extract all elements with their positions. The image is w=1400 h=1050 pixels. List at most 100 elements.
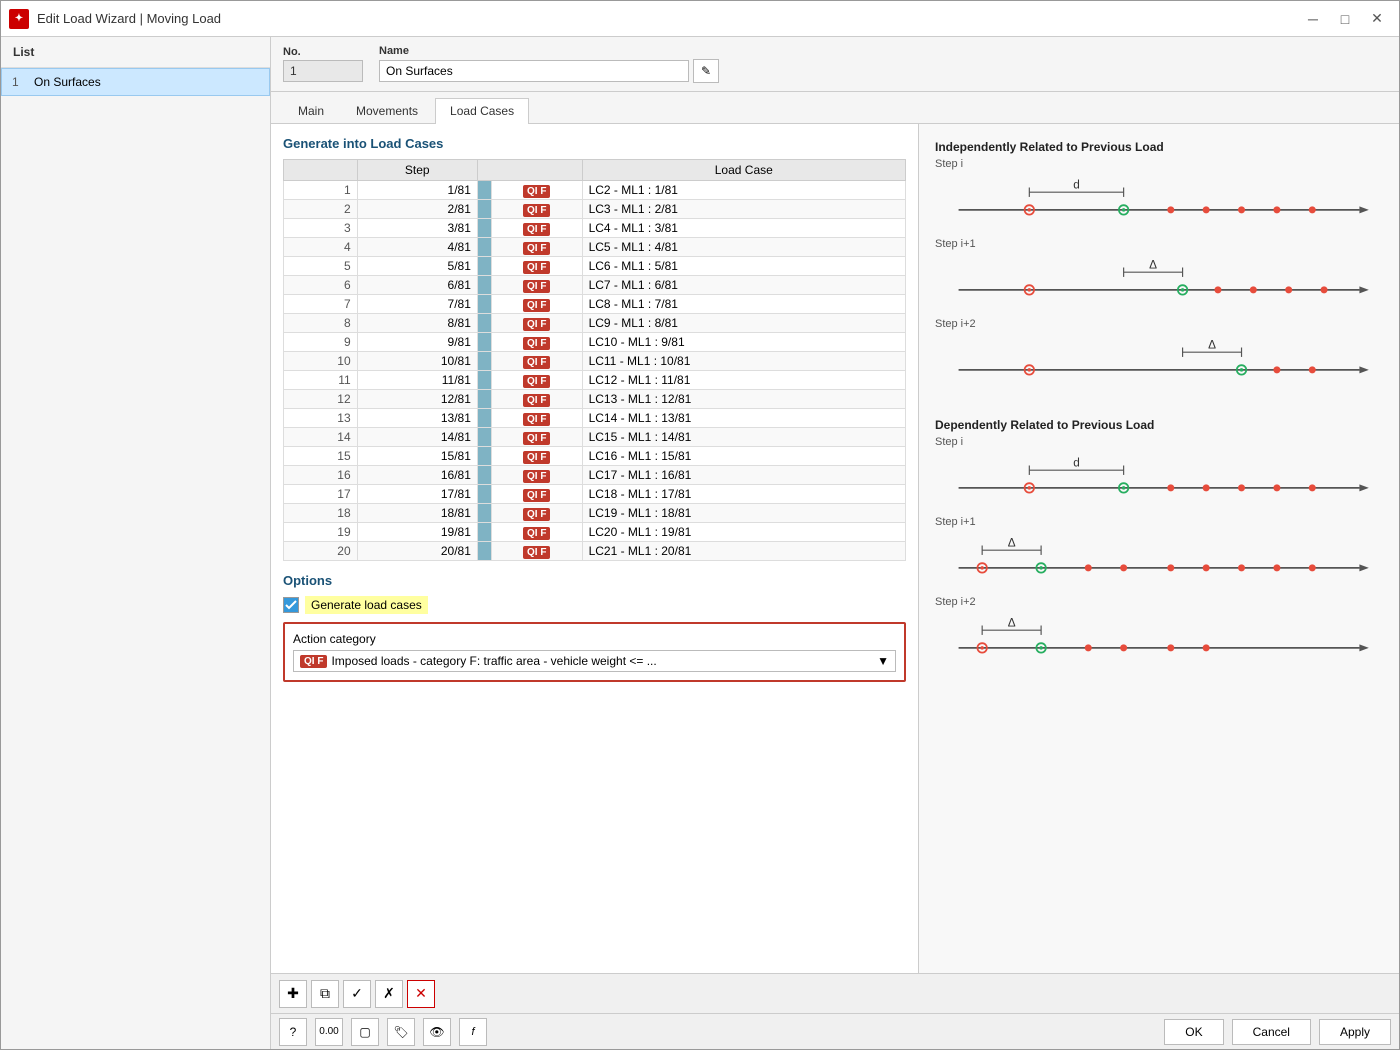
tab-load-cases[interactable]: Load Cases: [435, 98, 529, 124]
qif-badge: QI F: [523, 185, 550, 198]
row-num: 1: [284, 181, 358, 200]
step-cell: 19/81: [357, 523, 477, 542]
tab-movements[interactable]: Movements: [341, 98, 433, 123]
step-cell: 9/81: [357, 333, 477, 352]
status-left: ? 0.00 ▢ 🏷 👁 f: [279, 1018, 487, 1046]
table-row: 13 13/81 QI F LC14 - ML1 : 13/81: [284, 409, 906, 428]
apply-button[interactable]: Apply: [1319, 1019, 1391, 1045]
step-cell: 10/81: [357, 352, 477, 371]
uncheck-button[interactable]: ✗: [375, 980, 403, 1008]
independently-title: Independently Related to Previous Load: [935, 140, 1383, 154]
add-button[interactable]: ✚: [279, 980, 307, 1008]
cancel-button[interactable]: Cancel: [1232, 1019, 1311, 1045]
delete-button[interactable]: ✕: [407, 980, 435, 1008]
table-row: 2 2/81 QI F LC3 - ML1 : 2/81: [284, 200, 906, 219]
name-field-container: ✎: [379, 59, 719, 83]
ind-step-i-label: Step i: [935, 158, 1383, 170]
tag-button[interactable]: 🏷: [387, 1018, 415, 1046]
table-row: 20 20/81 QI F LC21 - ML1 : 20/81: [284, 542, 906, 561]
row-num: 4: [284, 238, 358, 257]
badge-cell: QI F: [491, 390, 582, 409]
lc-cell: LC18 - ML1 : 17/81: [582, 485, 905, 504]
badge-cell: QI F: [491, 200, 582, 219]
eye-button[interactable]: 👁: [423, 1018, 451, 1046]
row-num: 15: [284, 447, 358, 466]
lc-cell: LC6 - ML1 : 5/81: [582, 257, 905, 276]
step-cell: 17/81: [357, 485, 477, 504]
generate-section-title: Generate into Load Cases: [283, 136, 906, 151]
main-window: ✦ Edit Load Wizard | Moving Load ─ □ ✕ L…: [0, 0, 1400, 1050]
no-label: No.: [283, 46, 363, 58]
badge-cell: QI F: [491, 371, 582, 390]
row-num: 19: [284, 523, 358, 542]
formula-button[interactable]: f: [459, 1018, 487, 1046]
right-panel: No. Name ✎ Main Movements: [271, 37, 1399, 1049]
step-cell: 14/81: [357, 428, 477, 447]
step-cell: 18/81: [357, 504, 477, 523]
lc-cell: LC13 - ML1 : 12/81: [582, 390, 905, 409]
lc-cell: LC15 - ML1 : 14/81: [582, 428, 905, 447]
col-lc-header: Load Case: [582, 160, 905, 181]
close-button[interactable]: ✕: [1363, 5, 1391, 33]
table-row: 11 11/81 QI F LC12 - ML1 : 11/81: [284, 371, 906, 390]
qif-badge: QI F: [523, 280, 550, 293]
teal-cell-1: [477, 200, 491, 219]
qif-badge: QI F: [523, 242, 550, 255]
row-num: 9: [284, 333, 358, 352]
check-button[interactable]: ✓: [343, 980, 371, 1008]
table-row: 7 7/81 QI F LC8 - ML1 : 7/81: [284, 295, 906, 314]
action-category-badge: QI F: [300, 655, 327, 668]
badge-cell: QI F: [491, 333, 582, 352]
step-cell: 11/81: [357, 371, 477, 390]
table-row: 8 8/81 QI F LC9 - ML1 : 8/81: [284, 314, 906, 333]
help-button[interactable]: ?: [279, 1018, 307, 1046]
qif-badge: QI F: [523, 546, 550, 559]
name-input[interactable]: [379, 60, 689, 82]
window-title: Edit Load Wizard | Moving Load: [37, 11, 221, 26]
lc-cell: LC19 - ML1 : 18/81: [582, 504, 905, 523]
table-row: 10 10/81 QI F LC11 - ML1 : 10/81: [284, 352, 906, 371]
action-category-select[interactable]: QI F Imposed loads - category F: traffic…: [293, 650, 896, 672]
row-num: 10: [284, 352, 358, 371]
sidebar-item-label: On Surfaces: [34, 75, 101, 89]
table-row: 17 17/81 QI F LC18 - ML1 : 17/81: [284, 485, 906, 504]
ok-button[interactable]: OK: [1164, 1019, 1223, 1045]
badge-cell: QI F: [491, 276, 582, 295]
qif-badge: QI F: [523, 318, 550, 331]
sidebar-item-1[interactable]: 1 On Surfaces: [1, 68, 270, 96]
copy-button[interactable]: ⧉: [311, 980, 339, 1008]
svg-text:d: d: [1073, 179, 1080, 192]
teal-cell-1: [477, 504, 491, 523]
qif-badge: QI F: [523, 451, 550, 464]
badge-cell: QI F: [491, 466, 582, 485]
badge-cell: QI F: [491, 181, 582, 200]
row-num: 2: [284, 200, 358, 219]
teal-cell-1: [477, 390, 491, 409]
badge-cell: QI F: [491, 523, 582, 542]
minimize-button[interactable]: ─: [1299, 5, 1327, 33]
svg-text:Δ: Δ: [1208, 339, 1216, 352]
svg-text:d: d: [1073, 457, 1080, 470]
svg-text:Δ: Δ: [1149, 259, 1157, 272]
qif-badge: QI F: [523, 527, 550, 540]
left-main-panel: Generate into Load Cases Step Load Case: [271, 124, 919, 973]
no-input[interactable]: [283, 60, 363, 82]
table-row: 12 12/81 QI F LC13 - ML1 : 12/81: [284, 390, 906, 409]
generate-table: Step Load Case 1 1/81 QI F LC2 - ML1 : 1…: [283, 159, 906, 561]
maximize-button[interactable]: □: [1331, 5, 1359, 33]
step-cell: 1/81: [357, 181, 477, 200]
name-field-group: Name ✎: [379, 45, 719, 83]
select-button[interactable]: ▢: [351, 1018, 379, 1046]
generate-checkbox[interactable]: [283, 597, 299, 613]
qif-badge: QI F: [523, 356, 550, 369]
units-button[interactable]: 0.00: [315, 1018, 343, 1046]
row-num: 18: [284, 504, 358, 523]
badge-cell: QI F: [491, 295, 582, 314]
teal-cell-1: [477, 466, 491, 485]
badge-cell: QI F: [491, 504, 582, 523]
lc-cell: LC16 - ML1 : 15/81: [582, 447, 905, 466]
tab-main[interactable]: Main: [283, 98, 339, 123]
svg-text:Δ: Δ: [1008, 617, 1016, 630]
step-cell: 16/81: [357, 466, 477, 485]
name-edit-button[interactable]: ✎: [693, 59, 719, 83]
